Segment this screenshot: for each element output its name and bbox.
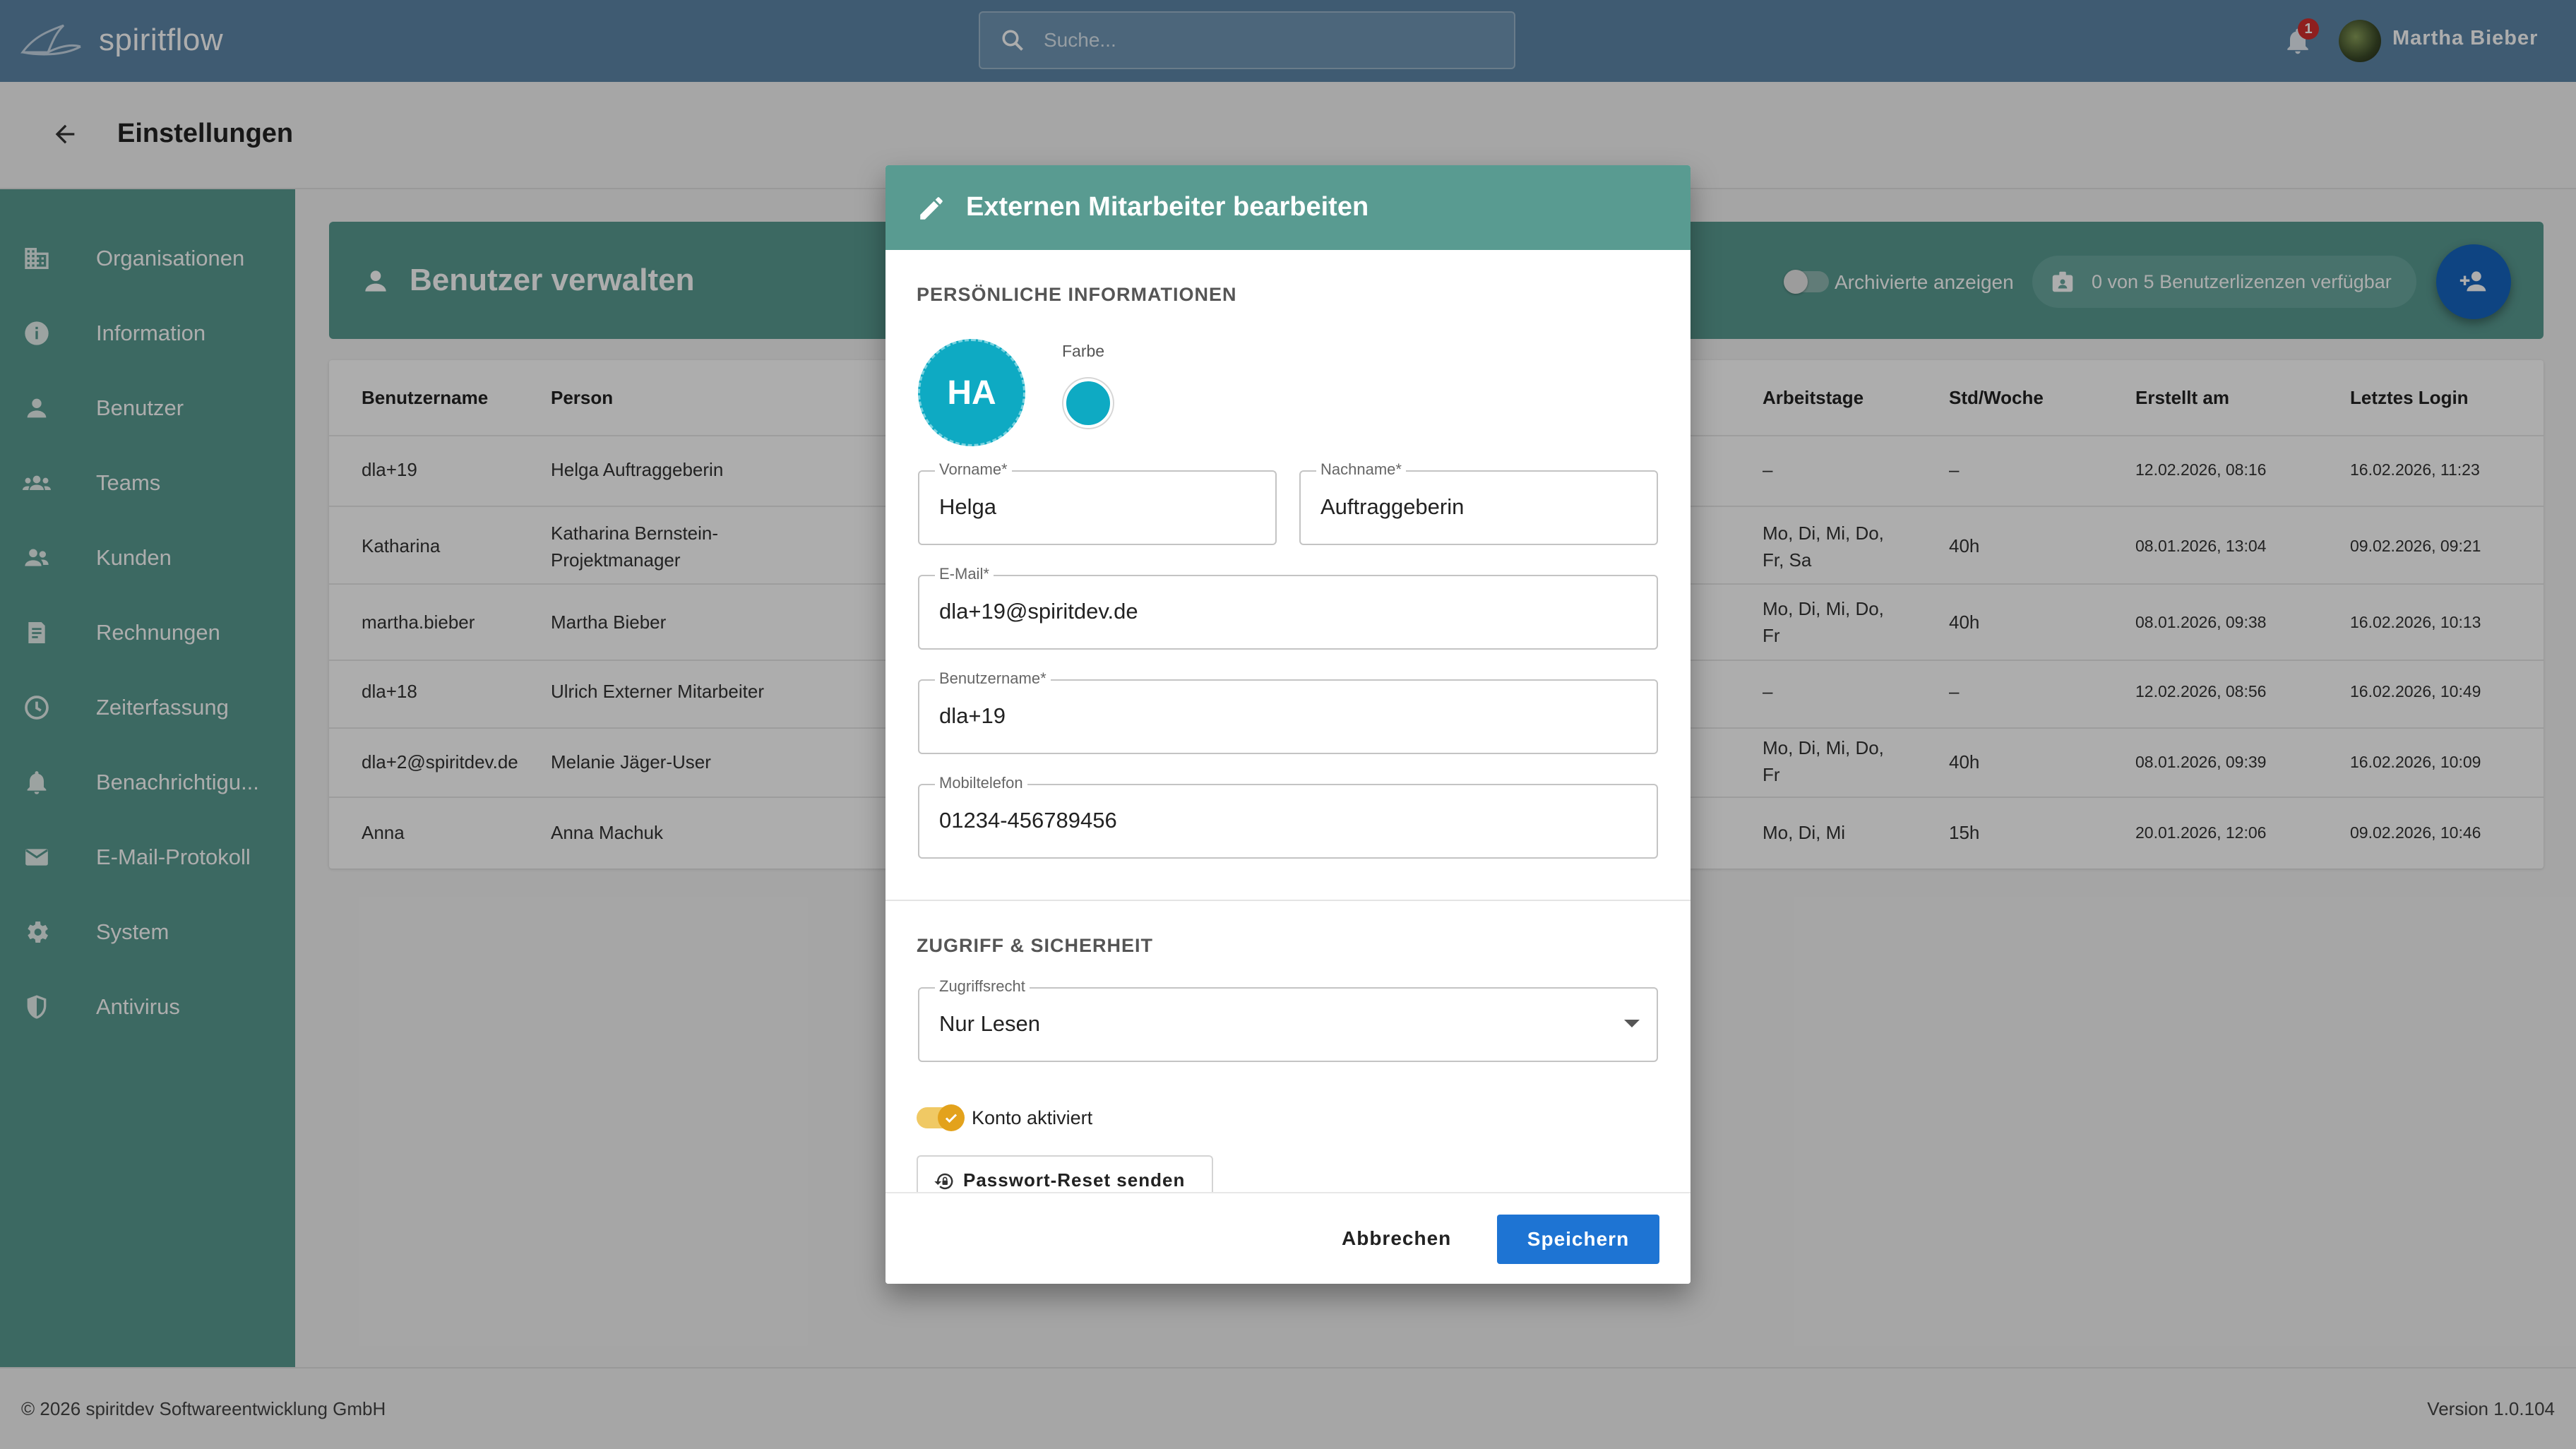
lock-reset-icon bbox=[934, 1173, 953, 1190]
email-field[interactable]: E-Mail* dla+19@spiritdev.de bbox=[918, 565, 1658, 650]
section-divider bbox=[886, 900, 1690, 901]
section-title-access: ZUGRIFF & SICHERHEIT bbox=[917, 935, 1153, 956]
field-label: Vorname* bbox=[935, 460, 1012, 479]
color-label: Farbe bbox=[1062, 342, 1105, 360]
toggle-knob bbox=[938, 1104, 965, 1131]
field-label: Zugriffsrecht bbox=[935, 977, 1030, 996]
employee-avatar[interactable]: HA bbox=[918, 339, 1025, 446]
check-icon bbox=[945, 1114, 958, 1123]
account-active-label: Konto aktiviert bbox=[972, 1107, 1093, 1128]
field-value: Auftraggeberin bbox=[1320, 494, 1465, 519]
pencil-icon bbox=[920, 197, 943, 220]
access-rights-select[interactable]: Zugriffsrecht Nur Lesen bbox=[918, 977, 1658, 1062]
username-field[interactable]: Benutzername* dla+19 bbox=[918, 669, 1658, 754]
field-value: Nur Lesen bbox=[939, 1011, 1041, 1036]
field-value: dla+19 bbox=[939, 703, 1006, 728]
color-picker-swatch[interactable] bbox=[1063, 378, 1113, 428]
field-label: Nachname* bbox=[1316, 460, 1406, 479]
dialog-header: Externen Mitarbeiter bearbeiten bbox=[886, 165, 1690, 250]
field-label: Mobiltelefon bbox=[935, 774, 1027, 792]
field-value: dla+19@spiritdev.de bbox=[939, 599, 1138, 624]
mobile-field[interactable]: Mobiltelefon 01234-456789456 bbox=[918, 774, 1658, 859]
field-label: Benutzername* bbox=[935, 669, 1051, 688]
cancel-button[interactable]: Abbrechen bbox=[1342, 1227, 1451, 1250]
account-active-toggle[interactable] bbox=[917, 1104, 965, 1131]
save-button-label: Speichern bbox=[1527, 1228, 1630, 1250]
save-button[interactable]: Speichern bbox=[1497, 1215, 1659, 1264]
dialog-title: Externen Mitarbeiter bearbeiten bbox=[966, 192, 1369, 222]
lastname-field[interactable]: Nachname* Auftraggeberin bbox=[1299, 460, 1658, 545]
field-label: E-Mail* bbox=[935, 565, 994, 583]
field-value: Helga bbox=[939, 494, 996, 519]
edit-external-employee-dialog: Externen Mitarbeiter bearbeiten PERSÖNLI… bbox=[886, 165, 1690, 1284]
password-reset-label: Passwort-Reset senden bbox=[963, 1169, 1186, 1191]
avatar-initials: HA bbox=[947, 374, 996, 412]
firstname-field[interactable]: Vorname* Helga bbox=[918, 460, 1277, 545]
field-value: 01234-456789456 bbox=[939, 808, 1117, 833]
dropdown-arrow-icon bbox=[1624, 1020, 1640, 1027]
section-title-personal: PERSÖNLICHE INFORMATIONEN bbox=[917, 284, 1237, 305]
